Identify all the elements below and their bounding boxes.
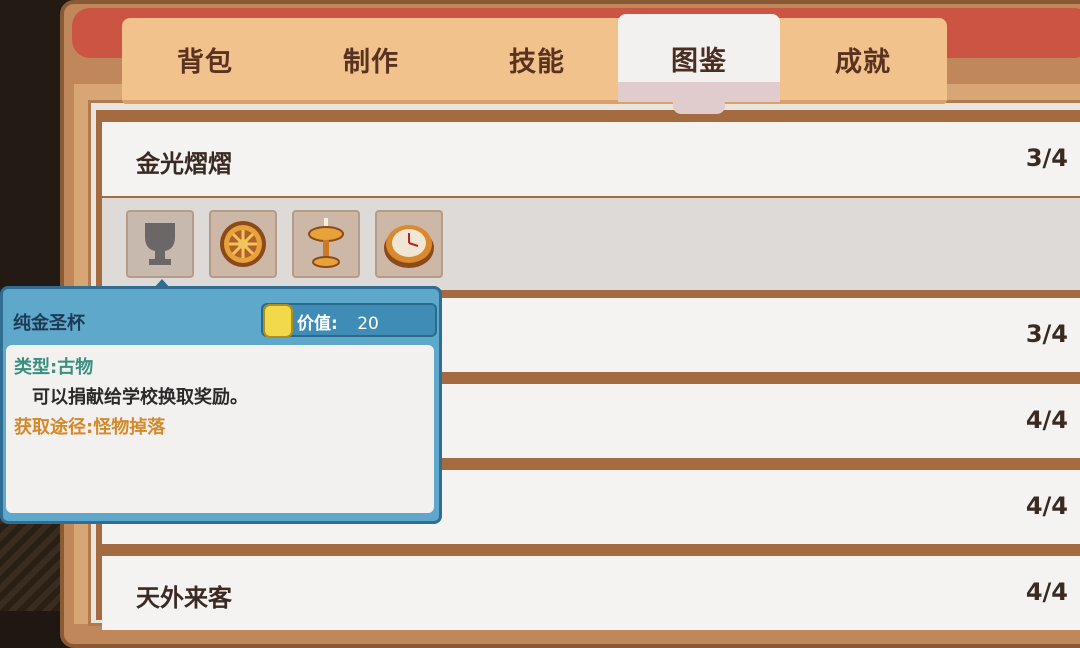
chalice-silhouette-icon [145, 223, 175, 265]
golden-wheel-icon [220, 221, 266, 267]
collection-progress: 4/4 [1025, 578, 1068, 606]
item-source: 获取途径:怪物掉落 [14, 417, 166, 438]
item-tooltip: 纯金圣杯 价值: 20 类型:古物 可以捐献给学校换取奖励。 获取途径:怪物掉落 [0, 279, 442, 524]
collection-progress: 4/4 [1025, 492, 1068, 520]
collection-progress: 4/4 [1025, 406, 1068, 434]
value-amount: 20 [357, 314, 379, 334]
golden-candlestick-icon [308, 218, 344, 268]
tab-crafting[interactable]: 制作 [288, 18, 454, 100]
tab-achievements[interactable]: 成就 [780, 18, 946, 100]
tab-backpack[interactable]: 背包 [122, 18, 288, 100]
item-slot[interactable] [126, 210, 194, 278]
tab-collection[interactable]: 图鉴 [618, 14, 780, 114]
collection-title: 金光熠熠 [136, 150, 232, 178]
collection-row[interactable]: 金光熠熠 3/4 [102, 122, 1080, 196]
tab-skills[interactable]: 技能 [454, 18, 620, 100]
item-slot[interactable] [209, 210, 277, 278]
item-name: 纯金圣杯 [13, 313, 85, 334]
tab-bar: 背包 制作 技能 图鉴 成就 [122, 14, 947, 114]
tooltip-body: 类型:古物 可以捐献给学校换取奖励。 获取途径:怪物掉落 [6, 345, 434, 513]
item-slot[interactable] [375, 210, 443, 278]
collection-items [102, 198, 1080, 290]
collection-title: 天外来客 [136, 584, 232, 612]
golden-clock-icon [384, 225, 434, 268]
item-description: 可以捐献给学校换取奖励。 [32, 387, 248, 408]
item-value: 价值: 20 [261, 303, 437, 338]
gold-coin-icon [263, 304, 293, 338]
collection-progress: 3/4 [1025, 144, 1068, 172]
collection-row[interactable]: 天外来客 4/4 [102, 556, 1080, 630]
item-type: 类型:古物 [14, 357, 94, 378]
item-slot[interactable] [292, 210, 360, 278]
value-label: 价值: [297, 314, 338, 334]
collection-progress: 3/4 [1025, 320, 1068, 348]
